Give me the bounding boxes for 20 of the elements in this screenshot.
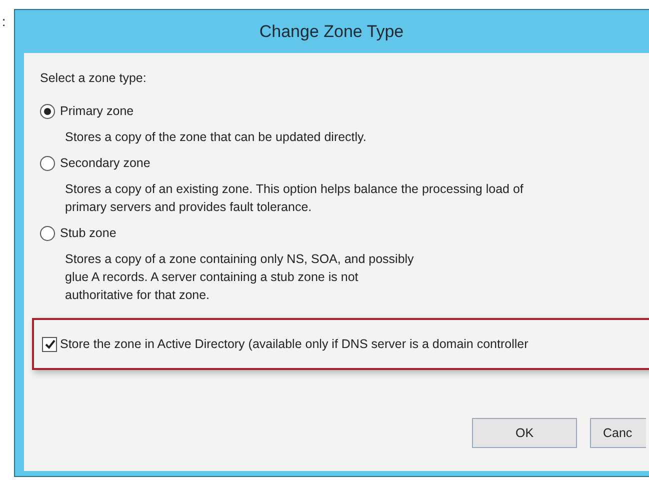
option-description: Stores a copy of the zone that can be updated directly.	[65, 129, 368, 146]
radio-button[interactable]	[40, 104, 55, 118]
radio-button[interactable]	[40, 226, 55, 240]
option-label[interactable]: Stub zone	[60, 226, 116, 240]
option-description: primary servers and provides fault tolerance.	[65, 199, 313, 216]
window-title: Change Zone Type	[259, 22, 404, 42]
option-description: Stores a copy of an existing zone. This option helps balance the processing load of	[65, 181, 524, 198]
radio-button[interactable]	[40, 156, 55, 170]
option-description: authoritative for that zone.	[65, 287, 211, 304]
dialog-button[interactable]: OK	[472, 418, 577, 448]
dialog-button[interactable]: Canc	[590, 418, 646, 448]
option-label[interactable]: Secondary zone	[60, 156, 150, 170]
page-label: :	[1, 13, 7, 31]
checkmark-icon	[44, 338, 56, 350]
prompt-label: Select a zone type:	[40, 71, 148, 85]
option-description: glue A records. A server containing a stub zone is not	[65, 269, 360, 286]
checkbox-label[interactable]: Store the zone in Active Directory (available only if DNS server is a domain controller	[60, 337, 528, 351]
checkbox[interactable]	[42, 336, 57, 352]
option-label[interactable]: Primary zone	[60, 104, 134, 118]
option-description: Stores a copy of a zone containing only NS, SOA, and possibly	[65, 251, 415, 268]
